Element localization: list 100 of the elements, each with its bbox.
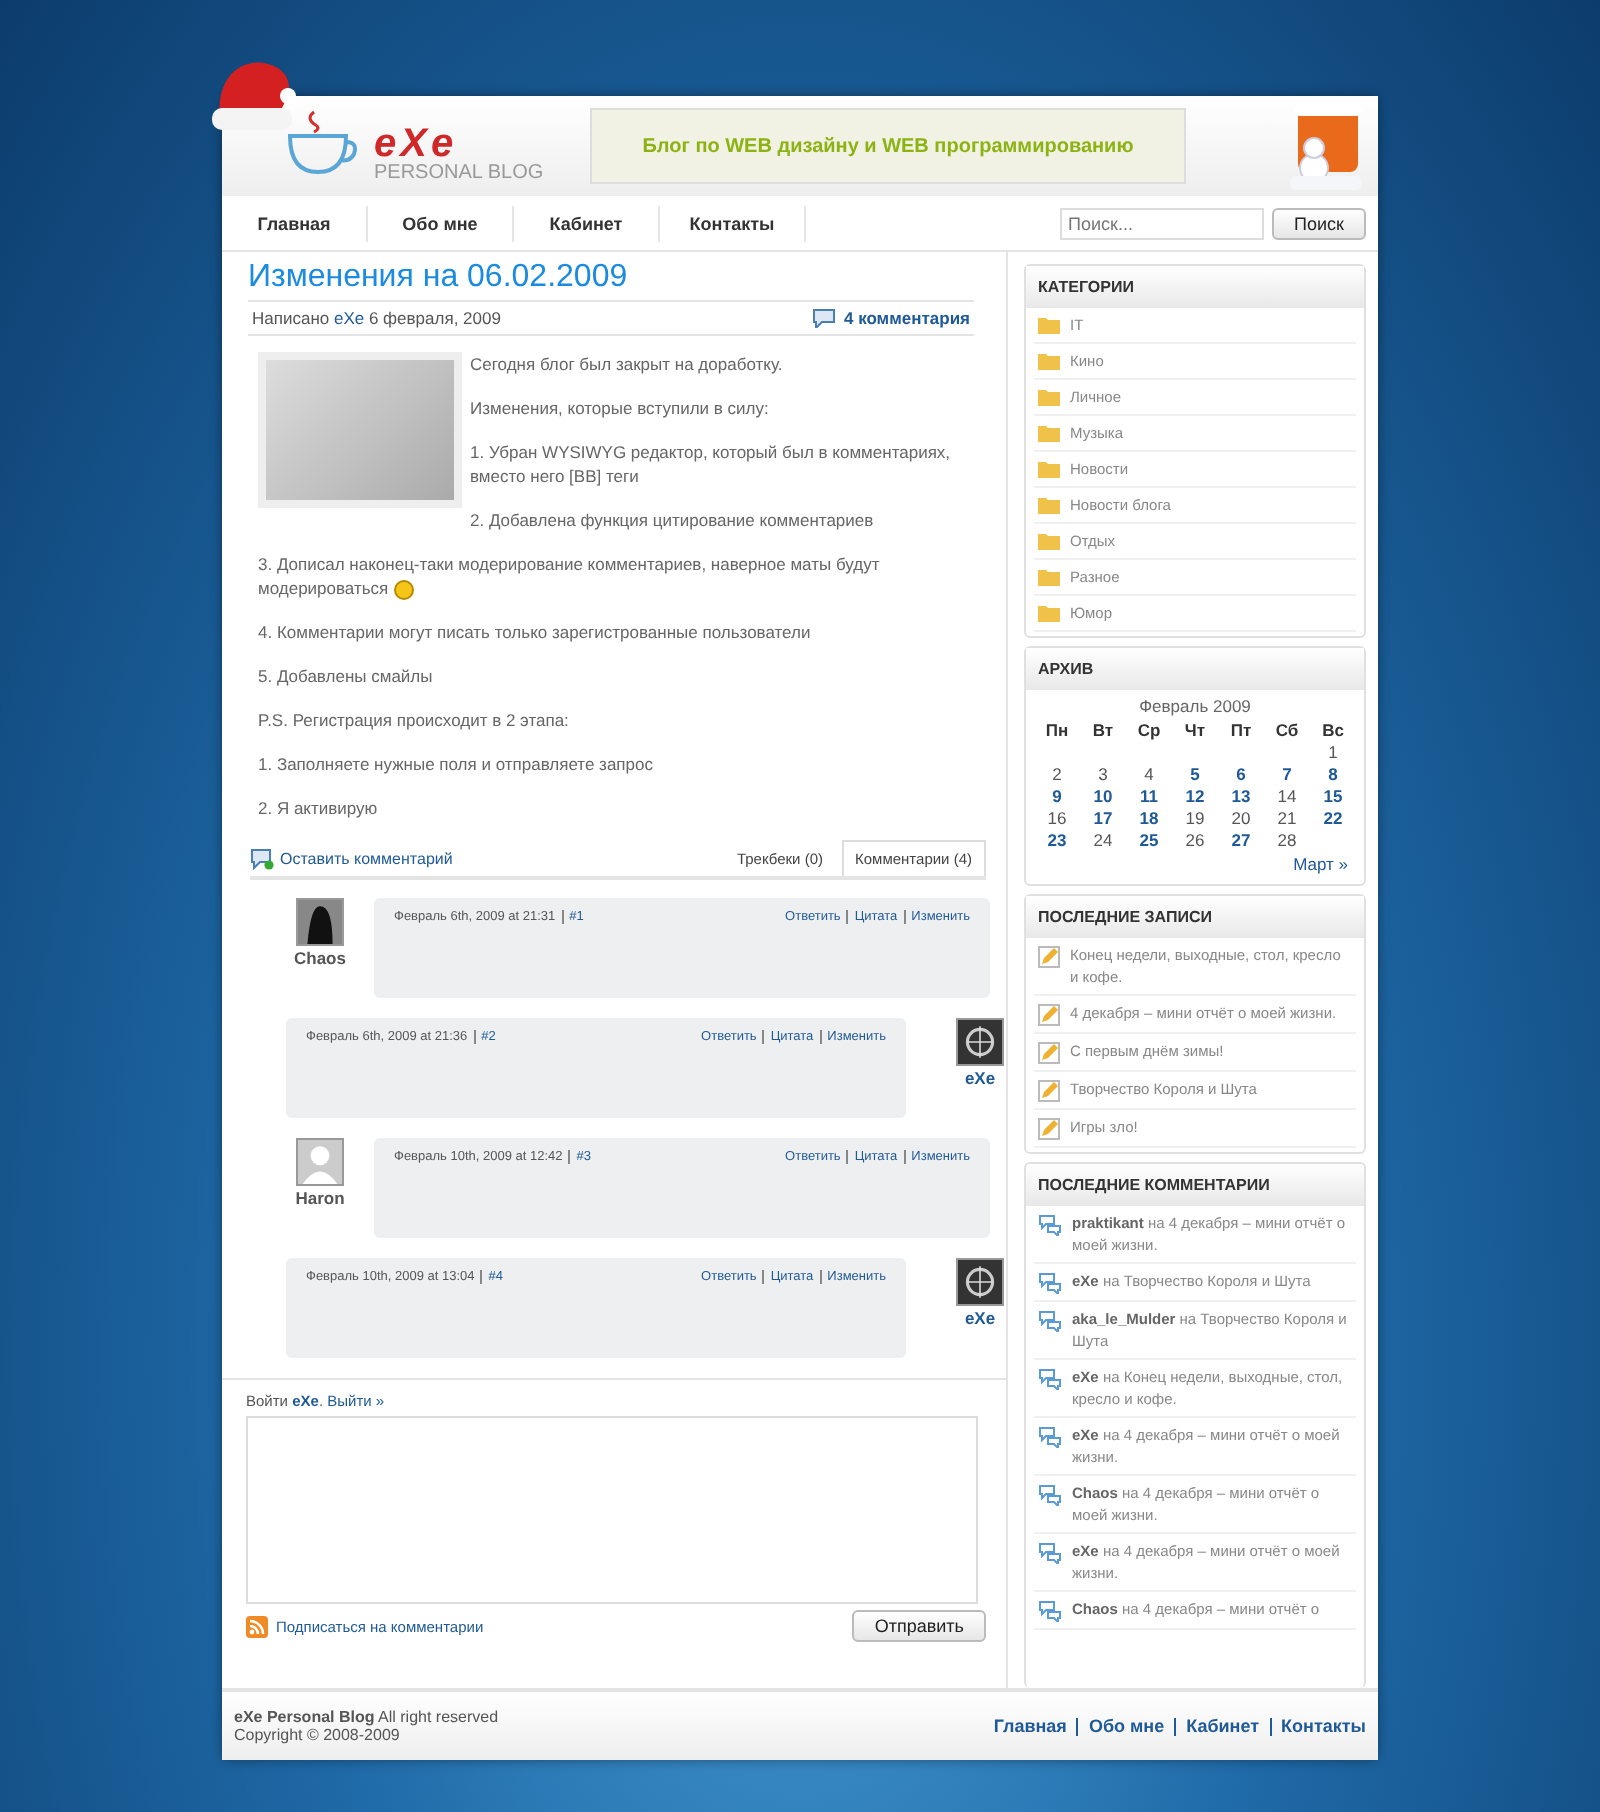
post-paragraph: 1. Убран WYSIWYG редактор, который был в комментариях, вместо него [BB] теги bbox=[470, 442, 951, 486]
calendar-day-link[interactable]: 23 bbox=[1034, 830, 1080, 850]
calendar-day-link[interactable]: 6 bbox=[1218, 764, 1264, 784]
footer-link[interactable]: Кабинет bbox=[1174, 1717, 1260, 1735]
calendar-day-link[interactable]: 7 bbox=[1264, 764, 1310, 784]
weekday-label: Вс bbox=[1320, 720, 1346, 740]
calendar-day: 16 bbox=[1034, 808, 1080, 828]
comment-textarea[interactable] bbox=[246, 1416, 978, 1604]
post-paragraph: 2. Добавлена функция цитирование комментариев bbox=[470, 510, 874, 530]
calendar-day-link[interactable]: 22 bbox=[1310, 808, 1356, 828]
nav-link[interactable]: Главная bbox=[222, 205, 368, 241]
speech-bubble-icon bbox=[811, 308, 836, 328]
widget-title: ПОСЛЕДНИЕ КОММЕНТАРИИ bbox=[1026, 1164, 1364, 1206]
calendar-day: 20 bbox=[1218, 808, 1264, 828]
folder-icon bbox=[1038, 388, 1060, 406]
comment-add-icon bbox=[250, 847, 274, 869]
widget-title: АРХИВ bbox=[1026, 648, 1364, 690]
comment-author[interactable]: Chaos bbox=[294, 948, 346, 968]
calendar-day-link[interactable]: 9 bbox=[1034, 786, 1080, 806]
post-meta: Написано eXe 6 февраля, 2009 bbox=[252, 308, 501, 328]
nav-link[interactable]: Контакты bbox=[660, 205, 806, 241]
folder-icon bbox=[1038, 532, 1060, 550]
folder-icon bbox=[1038, 496, 1060, 514]
calendar-day-link[interactable]: 8 bbox=[1310, 764, 1356, 784]
post-paragraph: 5. Добавлены смайлы bbox=[258, 666, 433, 686]
calendar-month: Февраль 2009 bbox=[1137, 696, 1253, 716]
calendar-day-link[interactable]: 5 bbox=[1172, 764, 1218, 784]
post-title[interactable]: Изменения на 06.02.2009 bbox=[248, 260, 1006, 296]
pencil-icon bbox=[1038, 946, 1060, 968]
post-paragraph: 1. Заполняете нужные поля и отправляете запрос bbox=[258, 754, 653, 774]
weekday-label: Пн bbox=[1043, 720, 1071, 740]
leave-comment-link[interactable]: Оставить комментарий bbox=[280, 849, 453, 867]
calendar-day-link[interactable]: 15 bbox=[1310, 786, 1356, 806]
calendar-day-link[interactable]: 25 bbox=[1126, 830, 1172, 850]
calendar-day: 24 bbox=[1080, 830, 1126, 850]
weekday-label: Ср bbox=[1135, 720, 1163, 740]
banner: Блог по WEB дизайну и WEB программированию bbox=[590, 108, 1186, 184]
folder-icon bbox=[1038, 316, 1060, 334]
calendar-day-link[interactable]: 18 bbox=[1126, 808, 1172, 828]
logo-title: eXe bbox=[374, 124, 458, 164]
calendar-day: 21 bbox=[1264, 808, 1310, 828]
speech-bubbles-icon bbox=[1038, 1542, 1062, 1564]
folder-icon bbox=[1038, 604, 1060, 622]
calendar-day: 26 bbox=[1172, 830, 1218, 850]
post-paragraph: Сегодня блог был закрыт на доработку. bbox=[470, 354, 783, 374]
folder-icon bbox=[1038, 568, 1060, 586]
avatar-icon bbox=[296, 898, 344, 946]
pencil-icon bbox=[1038, 1004, 1060, 1026]
weekday-label: Чт bbox=[1182, 720, 1208, 740]
calendar-day: 3 bbox=[1080, 764, 1126, 784]
widget-title: ПОСЛЕДНИЕ ЗАПИСИ bbox=[1026, 896, 1364, 938]
calendar-day: 1 bbox=[1310, 742, 1356, 762]
pencil-icon bbox=[1038, 1118, 1060, 1140]
footer-link[interactable]: Контакты bbox=[1269, 1717, 1366, 1735]
footer-link[interactable]: Главная bbox=[993, 1716, 1067, 1736]
copyright-text: Copyright © 2008-2009 bbox=[234, 1726, 402, 1744]
post-paragraph: 3. Дописал наконец-таки модерирование комментариев, наверное маты будут модерироваться bbox=[258, 554, 880, 598]
nav-link[interactable]: Обо мне bbox=[368, 205, 514, 241]
calendar-day-link[interactable]: 13 bbox=[1218, 786, 1264, 806]
calendar-day-link[interactable]: 11 bbox=[1126, 786, 1172, 806]
footer-link[interactable]: Обо мне bbox=[1076, 1717, 1165, 1735]
pencil-icon bbox=[1038, 1042, 1060, 1064]
footer-text: eXe Personal Blog All right reserved bbox=[234, 1708, 499, 1726]
folder-icon bbox=[1038, 352, 1060, 370]
calendar-day: 4 bbox=[1126, 764, 1172, 784]
speech-bubbles-icon bbox=[1038, 1214, 1062, 1236]
cup-icon bbox=[282, 108, 362, 180]
logo-subtitle: PERSONAL BLOG bbox=[374, 164, 544, 184]
speech-bubbles-icon bbox=[1038, 1426, 1062, 1448]
post-paragraph: P.S. Регистрация происходит в 2 этапа: bbox=[258, 710, 569, 730]
speech-bubbles-icon bbox=[1038, 1600, 1062, 1622]
weekday-label: Вт bbox=[1090, 720, 1116, 740]
comment-author[interactable]: eXe bbox=[964, 1308, 996, 1328]
avatar-icon bbox=[296, 1138, 344, 1186]
search-field[interactable]: Поиск... bbox=[1060, 207, 1265, 239]
rss-icon bbox=[246, 1615, 268, 1637]
next-month-link[interactable]: Март » bbox=[1293, 854, 1348, 874]
post-paragraph: 4. Комментарии могут писать только зарегистрованные пользователи bbox=[258, 622, 811, 642]
widget-title: КАТЕГОРИИ bbox=[1026, 266, 1364, 308]
weekday-label: Сб bbox=[1273, 720, 1301, 740]
comments-count-link[interactable]: 4 комментария bbox=[843, 308, 970, 328]
speech-bubbles-icon bbox=[1038, 1484, 1062, 1506]
calendar-day: 19 bbox=[1172, 808, 1218, 828]
post-paragraph: Изменения, которые вступили в силу: bbox=[470, 398, 769, 418]
comment-author[interactable]: Haron bbox=[295, 1188, 345, 1208]
author-link[interactable]: eXe bbox=[333, 308, 365, 328]
submit-button[interactable]: Отправить bbox=[852, 1610, 986, 1642]
calendar-day-link[interactable]: 10 bbox=[1080, 786, 1126, 806]
calendar-day-link[interactable]: 27 bbox=[1218, 830, 1264, 850]
search-button[interactable]: Поиск bbox=[1272, 207, 1366, 239]
calendar-day-link[interactable]: 12 bbox=[1172, 786, 1218, 806]
speech-bubbles-icon bbox=[1038, 1310, 1062, 1332]
calendar-day: 28 bbox=[1264, 830, 1310, 850]
folder-icon bbox=[1038, 424, 1060, 442]
calendar-day: 2 bbox=[1034, 764, 1080, 784]
pencil-icon bbox=[1038, 1080, 1060, 1102]
nav-link[interactable]: Кабинет bbox=[514, 205, 660, 241]
comment-author[interactable]: eXe bbox=[964, 1068, 996, 1088]
calendar-day: 14 bbox=[1264, 786, 1310, 806]
calendar-day-link[interactable]: 17 bbox=[1080, 808, 1126, 828]
